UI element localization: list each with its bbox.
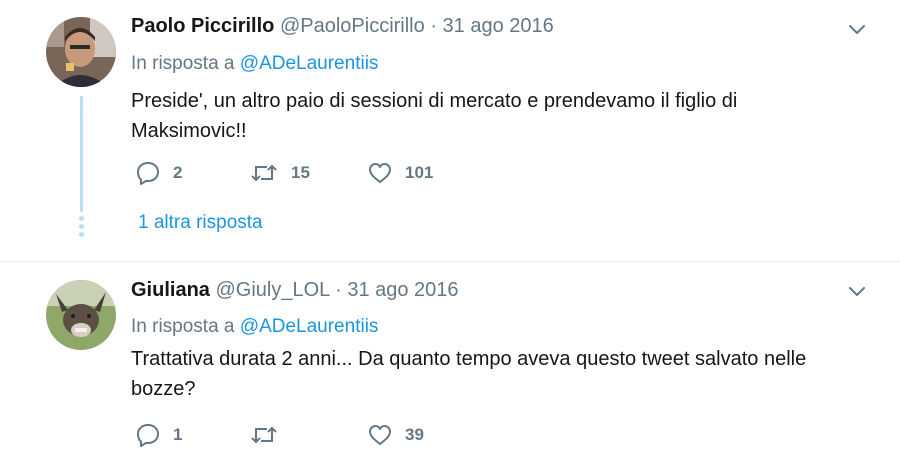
reply-count: 1 (173, 425, 183, 444)
reply-to-link[interactable]: @ADeLaurentiis (240, 316, 379, 337)
tweet-header: Paolo Piccirillo @PaoloPiccirillo · 31 a… (131, 15, 554, 38)
thread-line (80, 96, 83, 212)
reply-count: 2 (173, 163, 183, 182)
like-button[interactable]: 101 (367, 160, 433, 186)
heart-icon (369, 163, 391, 183)
author-handle[interactable]: @Giuly_LOL (215, 279, 329, 301)
reply-icon (137, 424, 159, 447)
author-name[interactable]: Giuliana (131, 279, 210, 301)
retweet-icon (251, 426, 277, 444)
author-handle[interactable]: @PaoloPiccirillo (280, 15, 425, 37)
retweet-button[interactable]: 15 (249, 160, 310, 186)
reply-button[interactable]: 2 (135, 160, 182, 186)
like-count: 101 (405, 163, 434, 182)
tweet-date[interactable]: 31 ago 2016 (443, 15, 554, 37)
reply-context: In risposta a @ADeLaurentiis (131, 316, 378, 338)
reply-to-link[interactable]: @ADeLaurentiis (240, 53, 379, 74)
separator: · (335, 279, 342, 301)
tweet[interactable]: Paolo Piccirillo @PaoloPiccirillo · 31 a… (0, 0, 900, 262)
separator: · (430, 15, 437, 37)
author-name[interactable]: Paolo Piccirillo (131, 15, 274, 37)
reply-prefix: In risposta a (131, 53, 235, 74)
tweet[interactable]: Giuliana @Giuly_LOL · 31 ago 2016 In ris… (0, 262, 900, 462)
chevron-down-icon[interactable] (846, 280, 868, 302)
thread-dots (79, 216, 84, 240)
reply-button[interactable]: 1 (135, 422, 182, 448)
like-button[interactable]: 39 (367, 422, 424, 448)
avatar[interactable] (46, 280, 116, 350)
retweet-button[interactable] (249, 422, 291, 448)
chevron-down-icon[interactable] (846, 18, 868, 40)
reply-prefix: In risposta a (131, 316, 235, 337)
retweet-count: 15 (291, 163, 310, 182)
heart-icon (369, 425, 391, 445)
reply-context: In risposta a @ADeLaurentiis (131, 53, 378, 75)
tweet-header: Giuliana @Giuly_LOL · 31 ago 2016 (131, 279, 459, 302)
tweet-text: Preside', un altro paio di sessioni di m… (131, 90, 738, 142)
tweet-text: Trattativa durata 2 anni... Da quanto te… (131, 348, 807, 400)
retweet-icon (251, 164, 277, 182)
reply-icon (137, 162, 159, 185)
avatar[interactable] (46, 17, 116, 87)
tweet-date[interactable]: 31 ago 2016 (347, 279, 458, 301)
more-replies-link[interactable]: 1 altra risposta (138, 212, 263, 234)
like-count: 39 (405, 425, 424, 444)
